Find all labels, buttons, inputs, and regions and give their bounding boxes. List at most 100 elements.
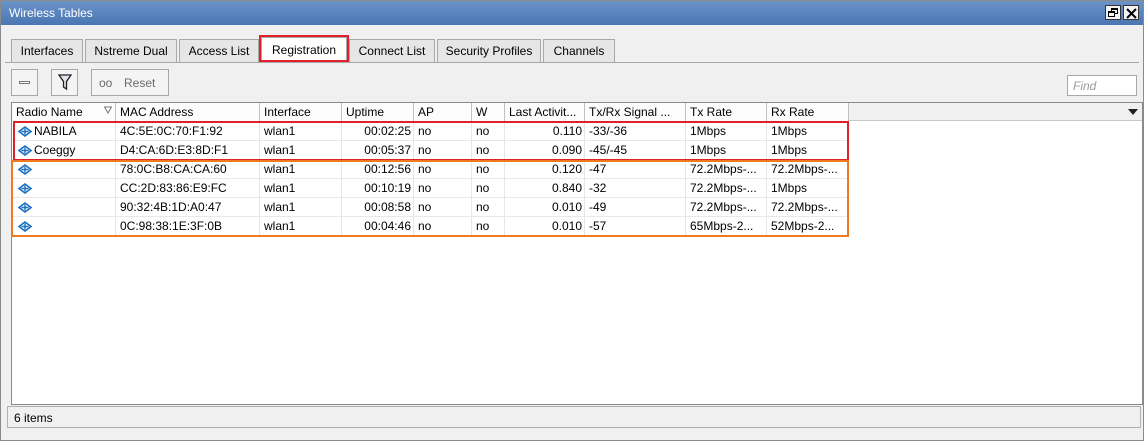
cell-last-activity: 0.090: [505, 141, 585, 160]
cell-w: no: [472, 217, 505, 236]
cell-tx-rx-signal: -49: [585, 198, 686, 217]
tab-nstreme-dual[interactable]: Nstreme Dual: [85, 39, 177, 63]
tab-security-profiles[interactable]: Security Profiles: [437, 39, 541, 63]
cell-rx-rate: 1Mbps: [767, 122, 849, 141]
tab-registration[interactable]: Registration: [261, 37, 347, 63]
column-header-ap[interactable]: AP: [414, 103, 472, 121]
cell-ap: no: [414, 217, 472, 236]
cell-last-activity: 0.010: [505, 217, 585, 236]
cell-mac-address: D4:CA:6D:E3:8D:F1: [116, 141, 260, 160]
cell-radio-name: [12, 198, 116, 217]
cell-tx-rx-signal: -57: [585, 217, 686, 236]
reset-label: Reset: [124, 76, 156, 90]
cell-mac-address: 4C:5E:0C:70:F1:92: [116, 122, 260, 141]
cell-tx-rx-signal: -47: [585, 160, 686, 179]
cell-interface: wlan1: [260, 122, 342, 141]
reset-button[interactable]: oo Reset: [91, 69, 169, 96]
cell-ap: no: [414, 160, 472, 179]
table-header: Radio Name MAC Address Interface Uptime …: [12, 103, 1142, 121]
cell-w: no: [472, 179, 505, 198]
reset-icon: oo: [99, 76, 113, 90]
cell-interface: wlan1: [260, 160, 342, 179]
cell-uptime: 00:04:46: [342, 217, 414, 236]
cell-tx-rate: 1Mbps: [686, 122, 767, 141]
column-header-rx-rate[interactable]: Rx Rate: [767, 103, 849, 121]
tab-access-list[interactable]: Access List: [179, 39, 259, 63]
cell-uptime: 00:12:56: [342, 160, 414, 179]
column-header-interface[interactable]: Interface: [260, 103, 342, 121]
cell-radio-name: Coeggy: [12, 141, 116, 160]
cell-rx-rate: 72.2Mbps-...: [767, 198, 849, 217]
column-header-tx-rate[interactable]: Tx Rate: [686, 103, 767, 121]
cell-interface: wlan1: [260, 141, 342, 160]
cell-rx-rate: 1Mbps: [767, 179, 849, 198]
cell-radio-name: [12, 217, 116, 236]
wireless-station-icon: [18, 145, 32, 156]
cell-tx-rate: 72.2Mbps-...: [686, 179, 767, 198]
cell-w: no: [472, 122, 505, 141]
status-bar: 6 items: [7, 406, 1141, 428]
column-header-last-activity[interactable]: Last Activit...: [505, 103, 585, 121]
column-header-w[interactable]: W: [472, 103, 505, 121]
wireless-station-icon: [18, 221, 32, 232]
wireless-station-icon: [18, 126, 32, 137]
remove-button[interactable]: [11, 69, 38, 96]
column-header-uptime[interactable]: Uptime: [342, 103, 414, 121]
table-row[interactable]: 78:0C:B8:CA:CA:60 wlan1 00:12:56 no no 0…: [12, 160, 1142, 179]
item-count: 6 items: [14, 411, 53, 425]
column-header-mac-address[interactable]: MAC Address: [116, 103, 260, 121]
wireless-station-icon: [18, 183, 32, 194]
cell-tx-rx-signal: -45/-45: [585, 141, 686, 160]
cell-ap: no: [414, 122, 472, 141]
close-button[interactable]: [1123, 5, 1139, 20]
find-input[interactable]: [1067, 75, 1137, 96]
title-bar[interactable]: Wireless Tables: [1, 1, 1143, 25]
close-icon: [1126, 8, 1137, 19]
minus-icon: [19, 81, 30, 84]
tab-interfaces[interactable]: Interfaces: [11, 39, 83, 63]
cell-uptime: 00:02:25: [342, 122, 414, 141]
filter-icon: [58, 74, 72, 91]
cell-rx-rate: 1Mbps: [767, 141, 849, 160]
registration-table: Radio Name MAC Address Interface Uptime …: [11, 102, 1143, 405]
wireless-station-icon: [18, 202, 32, 213]
cell-interface: wlan1: [260, 198, 342, 217]
filter-button[interactable]: [51, 69, 78, 96]
cell-ap: no: [414, 141, 472, 160]
table-row[interactable]: 0C:98:38:1E:3F:0B wlan1 00:04:46 no no 0…: [12, 217, 1142, 236]
cell-ap: no: [414, 198, 472, 217]
cell-last-activity: 0.120: [505, 160, 585, 179]
cell-tx-rate: 65Mbps-2...: [686, 217, 767, 236]
table-row[interactable]: CC:2D:83:86:E9:FC wlan1 00:10:19 no no 0…: [12, 179, 1142, 198]
cell-uptime: 00:10:19: [342, 179, 414, 198]
tab-divider: [5, 62, 1139, 63]
cell-radio-name: [12, 179, 116, 198]
cell-rx-rate: 72.2Mbps-...: [767, 160, 849, 179]
cell-mac-address: CC:2D:83:86:E9:FC: [116, 179, 260, 198]
cell-last-activity: 0.840: [505, 179, 585, 198]
column-header-tx-rx-signal[interactable]: Tx/Rx Signal ...: [585, 103, 686, 121]
table-row[interactable]: Coeggy D4:CA:6D:E3:8D:F1 wlan1 00:05:37 …: [12, 141, 1142, 160]
restore-button[interactable]: [1105, 5, 1121, 20]
cell-last-activity: 0.010: [505, 198, 585, 217]
wireless-station-icon: [18, 164, 32, 175]
sort-descending-icon: [104, 106, 112, 114]
table-row[interactable]: NABILA 4C:5E:0C:70:F1:92 wlan1 00:02:25 …: [12, 122, 1142, 141]
cell-uptime: 00:08:58: [342, 198, 414, 217]
cell-mac-address: 78:0C:B8:CA:CA:60: [116, 160, 260, 179]
cell-tx-rate: 72.2Mbps-...: [686, 160, 767, 179]
window-title: Wireless Tables: [9, 6, 93, 20]
column-header-radio-name[interactable]: Radio Name: [12, 103, 116, 121]
cell-w: no: [472, 141, 505, 160]
tab-connect-list[interactable]: Connect List: [349, 39, 435, 63]
cell-radio-name: [12, 160, 116, 179]
cell-interface: wlan1: [260, 217, 342, 236]
table-row[interactable]: 90:32:4B:1D:A0:47 wlan1 00:08:58 no no 0…: [12, 198, 1142, 217]
cell-uptime: 00:05:37: [342, 141, 414, 160]
tab-channels[interactable]: Channels: [543, 39, 615, 63]
cell-tx-rate: 72.2Mbps-...: [686, 198, 767, 217]
cell-tx-rate: 1Mbps: [686, 141, 767, 160]
cell-mac-address: 0C:98:38:1E:3F:0B: [116, 217, 260, 236]
column-chooser-dropdown-icon[interactable]: [1128, 109, 1138, 115]
cell-w: no: [472, 198, 505, 217]
